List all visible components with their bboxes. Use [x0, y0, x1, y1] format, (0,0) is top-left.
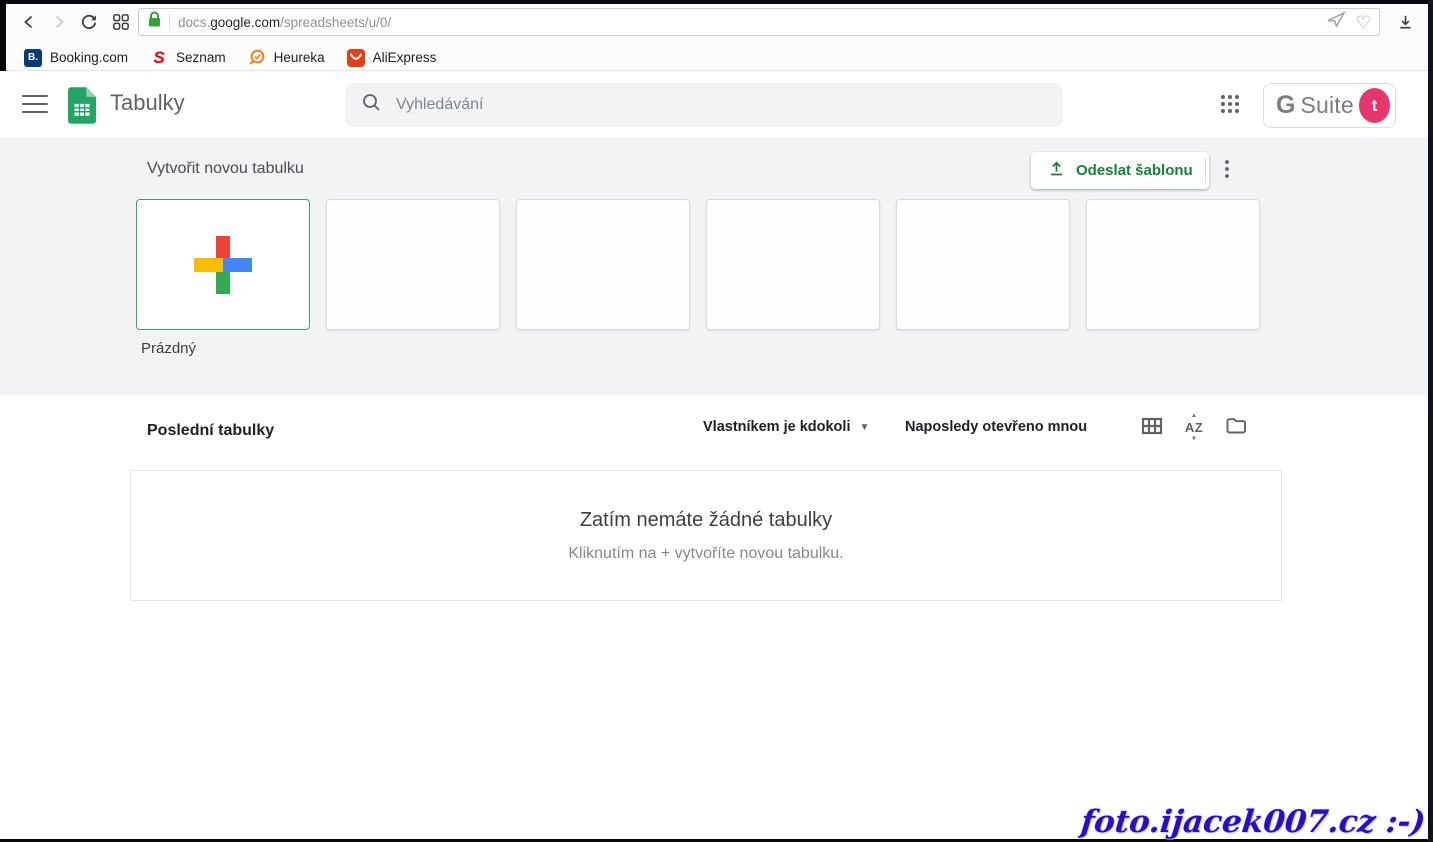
bookmark-aliexpress[interactable]: AliExpress	[336, 49, 448, 67]
open-file-picker-button[interactable]	[1223, 415, 1249, 441]
browser-window: docs.google.com/spreadsheets/u/0/ ♡	[0, 0, 1433, 842]
sort-az-icon: AZ ▲ ▼	[1182, 416, 1206, 440]
bookmark-label: Heureka	[274, 50, 325, 65]
new-spreadsheet-plus-icon	[194, 236, 252, 294]
address-divider	[169, 14, 170, 30]
google-apps-button[interactable]	[1217, 93, 1243, 119]
grid-view-button[interactable]	[1139, 415, 1165, 441]
sort-button[interactable]: AZ ▲ ▼	[1181, 415, 1207, 441]
submit-template-button[interactable]: Odeslat šablonu	[1031, 152, 1209, 189]
search-bar[interactable]	[345, 83, 1063, 127]
bookmark-label: Booking.com	[50, 50, 128, 65]
browser-chrome: docs.google.com/spreadsheets/u/0/ ♡	[0, 4, 1433, 71]
tiles-icon	[112, 13, 130, 31]
template-card-placeholder[interactable]	[516, 199, 690, 330]
owner-filter-dropdown[interactable]: Vlastníkem je kdokoli ▼	[703, 419, 869, 435]
photo-watermark: foto.ijacek007.cz :-)	[1079, 804, 1427, 840]
hamburger-icon	[22, 95, 48, 97]
search-input[interactable]	[396, 96, 1047, 114]
submit-template-label: Odeslat šablonu	[1076, 162, 1193, 179]
bookmark-seznam[interactable]: S Seznam	[139, 49, 237, 67]
downloads-button[interactable]	[1390, 4, 1420, 40]
empty-state-subtitle: Kliknutím na + vytvoříte novou tabulku.	[568, 545, 843, 563]
window-border-left	[0, 0, 6, 71]
gsuite-label: Suite	[1300, 92, 1353, 119]
secure-lock-icon	[147, 11, 162, 33]
window-border-top	[0, 0, 1433, 4]
bookmark-label: Seznam	[176, 50, 226, 65]
url-path: /spreadsheets/u/0/	[280, 15, 391, 30]
forward-icon	[52, 15, 66, 29]
toolbar-divider	[1205, 158, 1206, 183]
app-title[interactable]: Tabulky	[110, 90, 185, 116]
gsuite-badge: G Suite t	[1263, 83, 1396, 128]
speed-dial-button[interactable]	[106, 4, 136, 40]
kebab-icon	[1225, 160, 1229, 183]
window-border-right	[1428, 0, 1433, 842]
download-icon	[1396, 13, 1415, 32]
search-icon	[361, 92, 382, 118]
bookmark-label: AliExpress	[373, 50, 437, 65]
chevron-down-icon: ▼	[859, 422, 869, 433]
bookmark-booking[interactable]: B. Booking.com	[13, 49, 139, 67]
recent-section-title: Poslední tabulky	[147, 422, 274, 440]
aliexpress-icon	[347, 49, 365, 67]
back-button[interactable]	[14, 4, 44, 40]
template-gallery-section: Vytvořit novou tabulku Odeslat šablonu	[0, 138, 1428, 395]
empty-state-panel: Zatím nemáte žádné tabulky Kliknutím na …	[130, 470, 1282, 601]
sheets-logo-icon[interactable]	[68, 87, 96, 129]
blank-card-label: Prázdný	[141, 340, 196, 357]
url-text: docs.google.com/spreadsheets/u/0/	[178, 15, 391, 30]
reload-button[interactable]	[74, 4, 104, 40]
url-domain: google.com	[210, 15, 280, 30]
account-avatar[interactable]: t	[1359, 88, 1390, 123]
gsuite-g-logo: G	[1276, 91, 1295, 120]
last-opened-filter[interactable]: Naposledy otevřeno mnou	[905, 419, 1087, 435]
template-menu-button[interactable]	[1215, 156, 1239, 186]
sheets-app-header: Tabulky G	[0, 71, 1428, 138]
seznam-icon: S	[150, 49, 168, 67]
bookmark-heureka[interactable]: Heureka	[237, 49, 336, 67]
address-bar-actions: ♡	[1326, 11, 1371, 33]
template-section-title: Vytvořit novou tabulku	[147, 160, 304, 178]
template-card-placeholder[interactable]	[326, 199, 500, 330]
forward-button[interactable]	[44, 4, 74, 40]
booking-icon: B.	[24, 49, 42, 67]
main-menu-button[interactable]	[22, 93, 48, 115]
folder-icon	[1225, 416, 1247, 440]
empty-state-title: Zatím nemáte žádné tabulky	[580, 509, 832, 532]
address-bar[interactable]: docs.google.com/spreadsheets/u/0/ ♡	[138, 8, 1380, 36]
grid-view-icon	[1141, 416, 1163, 441]
browser-toolbar: docs.google.com/spreadsheets/u/0/ ♡	[6, 4, 1428, 40]
bookmark-heart-icon[interactable]: ♡	[1356, 14, 1371, 31]
apps-grid-icon	[1219, 93, 1241, 120]
owner-filter-label: Vlastníkem je kdokoli	[703, 419, 850, 435]
last-opened-label: Naposledy otevřeno mnou	[905, 419, 1087, 435]
heureka-icon	[248, 49, 266, 67]
bookmarks-bar: B. Booking.com S Seznam Heureka	[6, 41, 1428, 74]
template-card-placeholder[interactable]	[896, 199, 1070, 330]
url-subdomain: docs.	[178, 15, 210, 30]
blank-spreadsheet-card[interactable]	[136, 199, 310, 330]
reload-icon	[80, 13, 98, 31]
share-send-icon[interactable]	[1326, 11, 1346, 33]
upload-icon	[1047, 159, 1066, 182]
template-card-placeholder[interactable]	[1086, 199, 1260, 330]
template-card-placeholder[interactable]	[706, 199, 880, 330]
back-icon	[22, 15, 36, 29]
